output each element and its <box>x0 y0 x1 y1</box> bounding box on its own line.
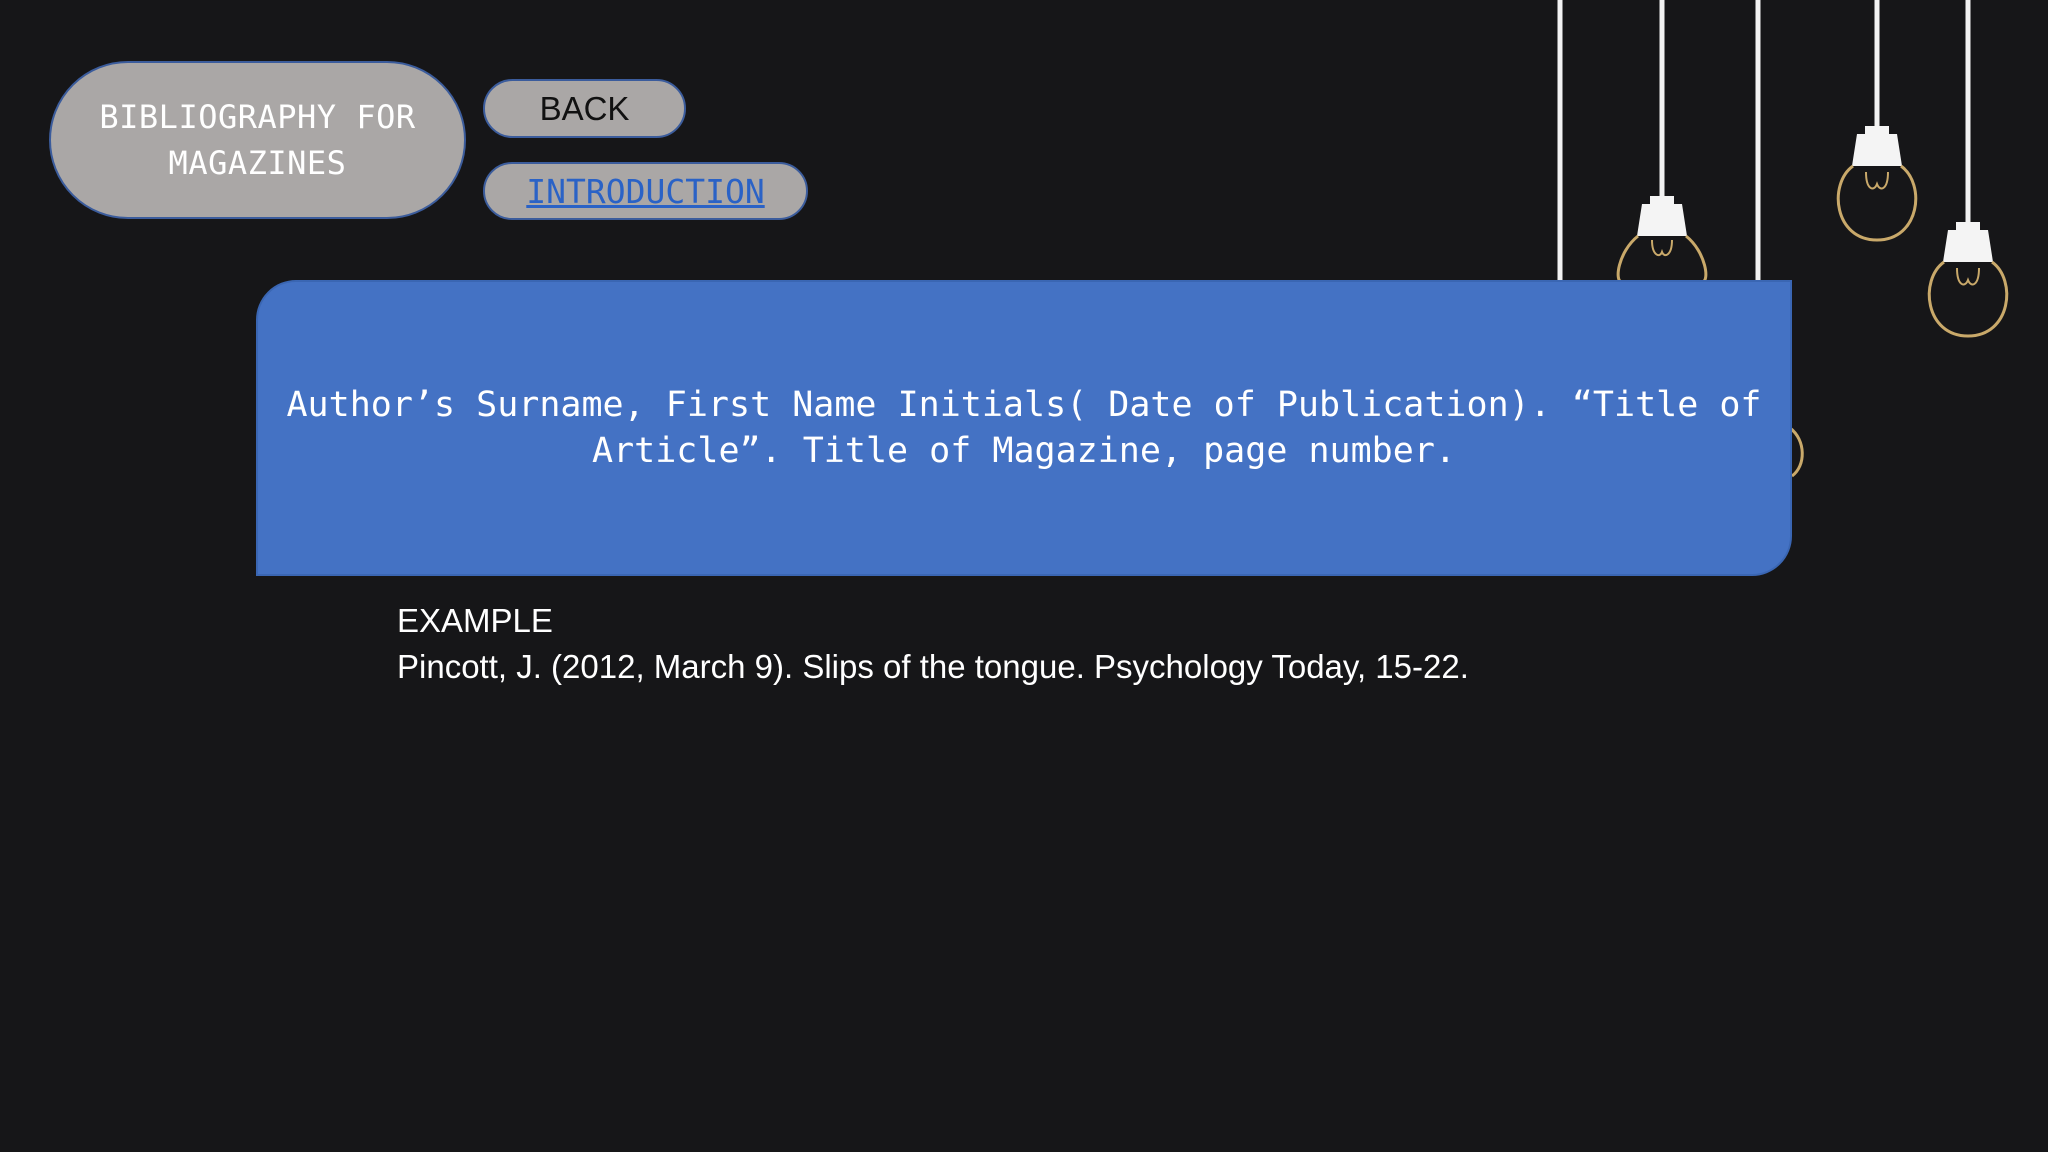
example-citation: Pincott, J. (2012, March 9). Slips of th… <box>397 648 1469 685</box>
introduction-link-button[interactable]: INTRODUCTION <box>483 162 808 220</box>
back-button[interactable]: BACK <box>483 79 686 138</box>
citation-format-box: Author’s Surname, First Name Initials( D… <box>256 280 1792 576</box>
example-section: EXAMPLE Pincott, J. (2012, March 9). Sli… <box>397 598 1469 690</box>
slide-title-pill: BIBLIOGRAPHY FOR MAGAZINES <box>49 61 466 219</box>
hanging-bulb-icon <box>1836 0 1918 242</box>
hanging-bulb-icon <box>1927 0 2009 338</box>
citation-format-text: Author’s Surname, First Name Initials( D… <box>286 385 1762 471</box>
slide-title: BIBLIOGRAPHY FOR MAGAZINES <box>99 98 416 182</box>
example-heading: EXAMPLE <box>397 602 553 639</box>
hanging-bulb-icon <box>1616 0 1708 284</box>
introduction-link-label[interactable]: INTRODUCTION <box>526 172 764 211</box>
back-button-label: BACK <box>539 89 630 127</box>
slide: BIBLIOGRAPHY FOR MAGAZINES BACK INTRODUC… <box>0 0 2048 1152</box>
